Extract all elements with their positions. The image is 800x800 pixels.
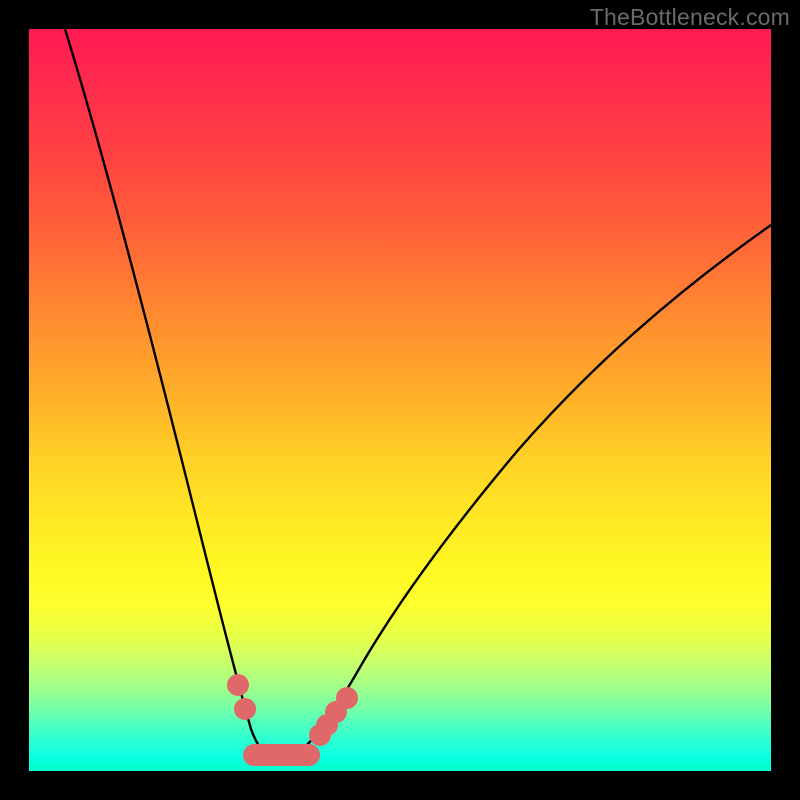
chart-frame: TheBottleneck.com (0, 0, 800, 800)
curve-layer (29, 29, 771, 771)
watermark-text: TheBottleneck.com (590, 4, 790, 31)
plot-area (29, 29, 771, 771)
bottleneck-curve (65, 29, 771, 759)
marker-dot (234, 698, 256, 720)
marker-dot (336, 687, 358, 709)
marker-dot (227, 674, 249, 696)
